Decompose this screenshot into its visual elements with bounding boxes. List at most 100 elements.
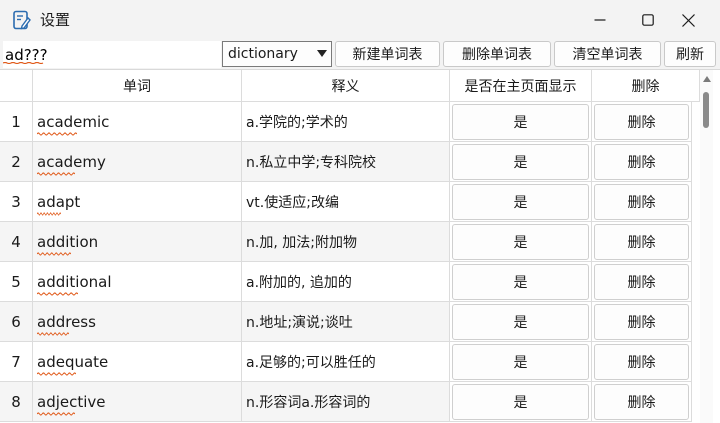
- wordlist-table: 单词 释义 是否在主页面显示 删除 1 academic a.学院的;学术的是删除 2…: [0, 69, 720, 423]
- delete-cell: 删除: [592, 102, 692, 142]
- meaning-cell[interactable]: n.形容词a.形容词的: [242, 382, 450, 422]
- delete-cell: 删除: [592, 262, 692, 302]
- close-icon: [681, 13, 695, 27]
- delete-cell: 删除: [592, 382, 692, 422]
- window-title: 设置: [40, 11, 71, 29]
- header-meaning[interactable]: 释义: [242, 70, 450, 102]
- delete-cell: 删除: [592, 302, 692, 342]
- spellcheck-underline: [37, 211, 61, 216]
- word-cell[interactable]: additional: [33, 262, 242, 302]
- table-row[interactable]: 5 additional a.附加的, 追加的是删除: [0, 262, 700, 302]
- maximize-icon: [642, 14, 654, 26]
- spellcheck-underline: [37, 371, 76, 376]
- show-on-main-cell: 是: [450, 262, 592, 302]
- row-number[interactable]: 5: [0, 262, 33, 302]
- row-number[interactable]: 3: [0, 182, 33, 222]
- meaning-cell[interactable]: n.加, 加法;附加物: [242, 222, 450, 262]
- scroll-up-arrow-icon[interactable]: [703, 76, 711, 82]
- table-row[interactable]: 8 adjective n.形容词a.形容词的是删除: [0, 382, 700, 422]
- word-text: academic: [37, 113, 109, 136]
- show-on-main-button[interactable]: 是: [452, 343, 589, 380]
- minimize-button[interactable]: [576, 0, 624, 40]
- scrollbar-thumb[interactable]: [703, 92, 709, 128]
- table-row[interactable]: 2 academy n.私立中学;专科院校是删除: [0, 142, 700, 182]
- delete-word-button[interactable]: 删除: [594, 383, 689, 420]
- show-on-main-button[interactable]: 是: [452, 383, 589, 420]
- row-number[interactable]: 1: [0, 102, 33, 142]
- delete-word-button[interactable]: 删除: [594, 303, 689, 340]
- table-row[interactable]: 7 adequate a.足够的;可以胜任的是删除: [0, 342, 700, 382]
- row-number[interactable]: 4: [0, 222, 33, 262]
- delete-cell: 删除: [592, 222, 692, 262]
- header-word[interactable]: 单词: [33, 70, 242, 102]
- delete-cell: 删除: [592, 342, 692, 382]
- table-right-edge: [713, 70, 720, 423]
- row-number[interactable]: 8: [0, 382, 33, 422]
- dictionary-select[interactable]: dictionary: [222, 41, 332, 67]
- meaning-cell[interactable]: n.地址;演说;谈吐: [242, 302, 450, 342]
- show-on-main-button[interactable]: 是: [452, 303, 589, 340]
- word-cell[interactable]: addition: [33, 222, 242, 262]
- show-on-main-cell: 是: [450, 222, 592, 262]
- delete-word-button[interactable]: 删除: [594, 343, 689, 380]
- vertical-scrollbar[interactable]: [700, 70, 713, 423]
- header-show-on-main[interactable]: 是否在主页面显示: [450, 70, 592, 102]
- delete-word-button[interactable]: 删除: [594, 183, 689, 220]
- table-row[interactable]: 1 academic a.学院的;学术的是删除: [0, 102, 700, 142]
- show-on-main-button[interactable]: 是: [452, 143, 589, 180]
- spellcheck-underline: [37, 411, 75, 416]
- meaning-cell[interactable]: n.私立中学;专科院校: [242, 142, 450, 182]
- settings-window: 设置 dictionary 新建单词表 删除单词表 清空单词表 刷新: [0, 0, 720, 423]
- spellcheck-underline: [37, 291, 78, 296]
- word-text: additional: [37, 273, 112, 296]
- delete-word-button[interactable]: 删除: [594, 103, 689, 140]
- minimize-icon: [594, 19, 606, 21]
- meaning-cell[interactable]: vt.使适应;改编: [242, 182, 450, 222]
- refresh-button[interactable]: 刷新: [664, 41, 716, 67]
- show-on-main-button[interactable]: 是: [452, 183, 589, 220]
- word-text: adapt: [37, 193, 80, 216]
- word-text: adjective: [37, 393, 106, 416]
- spellcheck-underline: [37, 171, 75, 176]
- meaning-cell[interactable]: a.附加的, 追加的: [242, 262, 450, 302]
- delete-cell: 删除: [592, 182, 692, 222]
- new-wordlist-button[interactable]: 新建单词表: [335, 41, 440, 67]
- clear-wordlist-button[interactable]: 清空单词表: [554, 41, 661, 67]
- show-on-main-cell: 是: [450, 102, 592, 142]
- title-bar[interactable]: 设置: [0, 0, 720, 40]
- table-row[interactable]: 4 addition n.加, 加法;附加物是删除: [0, 222, 700, 262]
- word-cell[interactable]: adapt: [33, 182, 242, 222]
- table-row[interactable]: 3 adapt vt.使适应;改编是删除: [0, 182, 700, 222]
- word-cell[interactable]: address: [33, 302, 242, 342]
- close-button[interactable]: [664, 0, 712, 40]
- show-on-main-button[interactable]: 是: [452, 263, 589, 300]
- delete-cell: 删除: [592, 142, 692, 182]
- word-cell[interactable]: academy: [33, 142, 242, 182]
- word-cell[interactable]: academic: [33, 102, 242, 142]
- chevron-down-icon: [317, 50, 327, 57]
- dictionary-select-value: dictionary: [228, 46, 298, 62]
- table-row[interactable]: 6 address n.地址;演说;谈吐是删除: [0, 302, 700, 342]
- row-number[interactable]: 2: [0, 142, 33, 182]
- show-on-main-cell: 是: [450, 182, 592, 222]
- word-text: adequate: [37, 353, 108, 376]
- word-cell[interactable]: adjective: [33, 382, 242, 422]
- row-number[interactable]: 7: [0, 342, 33, 382]
- delete-wordlist-button[interactable]: 删除单词表: [443, 41, 551, 67]
- word-text: addition: [37, 233, 98, 256]
- spellcheck-underline: [3, 62, 44, 64]
- meaning-cell[interactable]: a.学院的;学术的: [242, 102, 450, 142]
- meaning-cell[interactable]: a.足够的;可以胜任的: [242, 342, 450, 382]
- show-on-main-button[interactable]: 是: [452, 223, 589, 260]
- word-cell[interactable]: adequate: [33, 342, 242, 382]
- spellcheck-underline: [37, 331, 69, 336]
- delete-word-button[interactable]: 删除: [594, 263, 689, 300]
- show-on-main-cell: 是: [450, 382, 592, 422]
- delete-word-button[interactable]: 删除: [594, 143, 689, 180]
- spellcheck-underline: [37, 131, 77, 136]
- show-on-main-button[interactable]: 是: [452, 103, 589, 140]
- row-number[interactable]: 6: [0, 302, 33, 342]
- header-delete[interactable]: 删除: [592, 70, 700, 102]
- delete-word-button[interactable]: 删除: [594, 223, 689, 260]
- spellcheck-underline: [37, 251, 71, 256]
